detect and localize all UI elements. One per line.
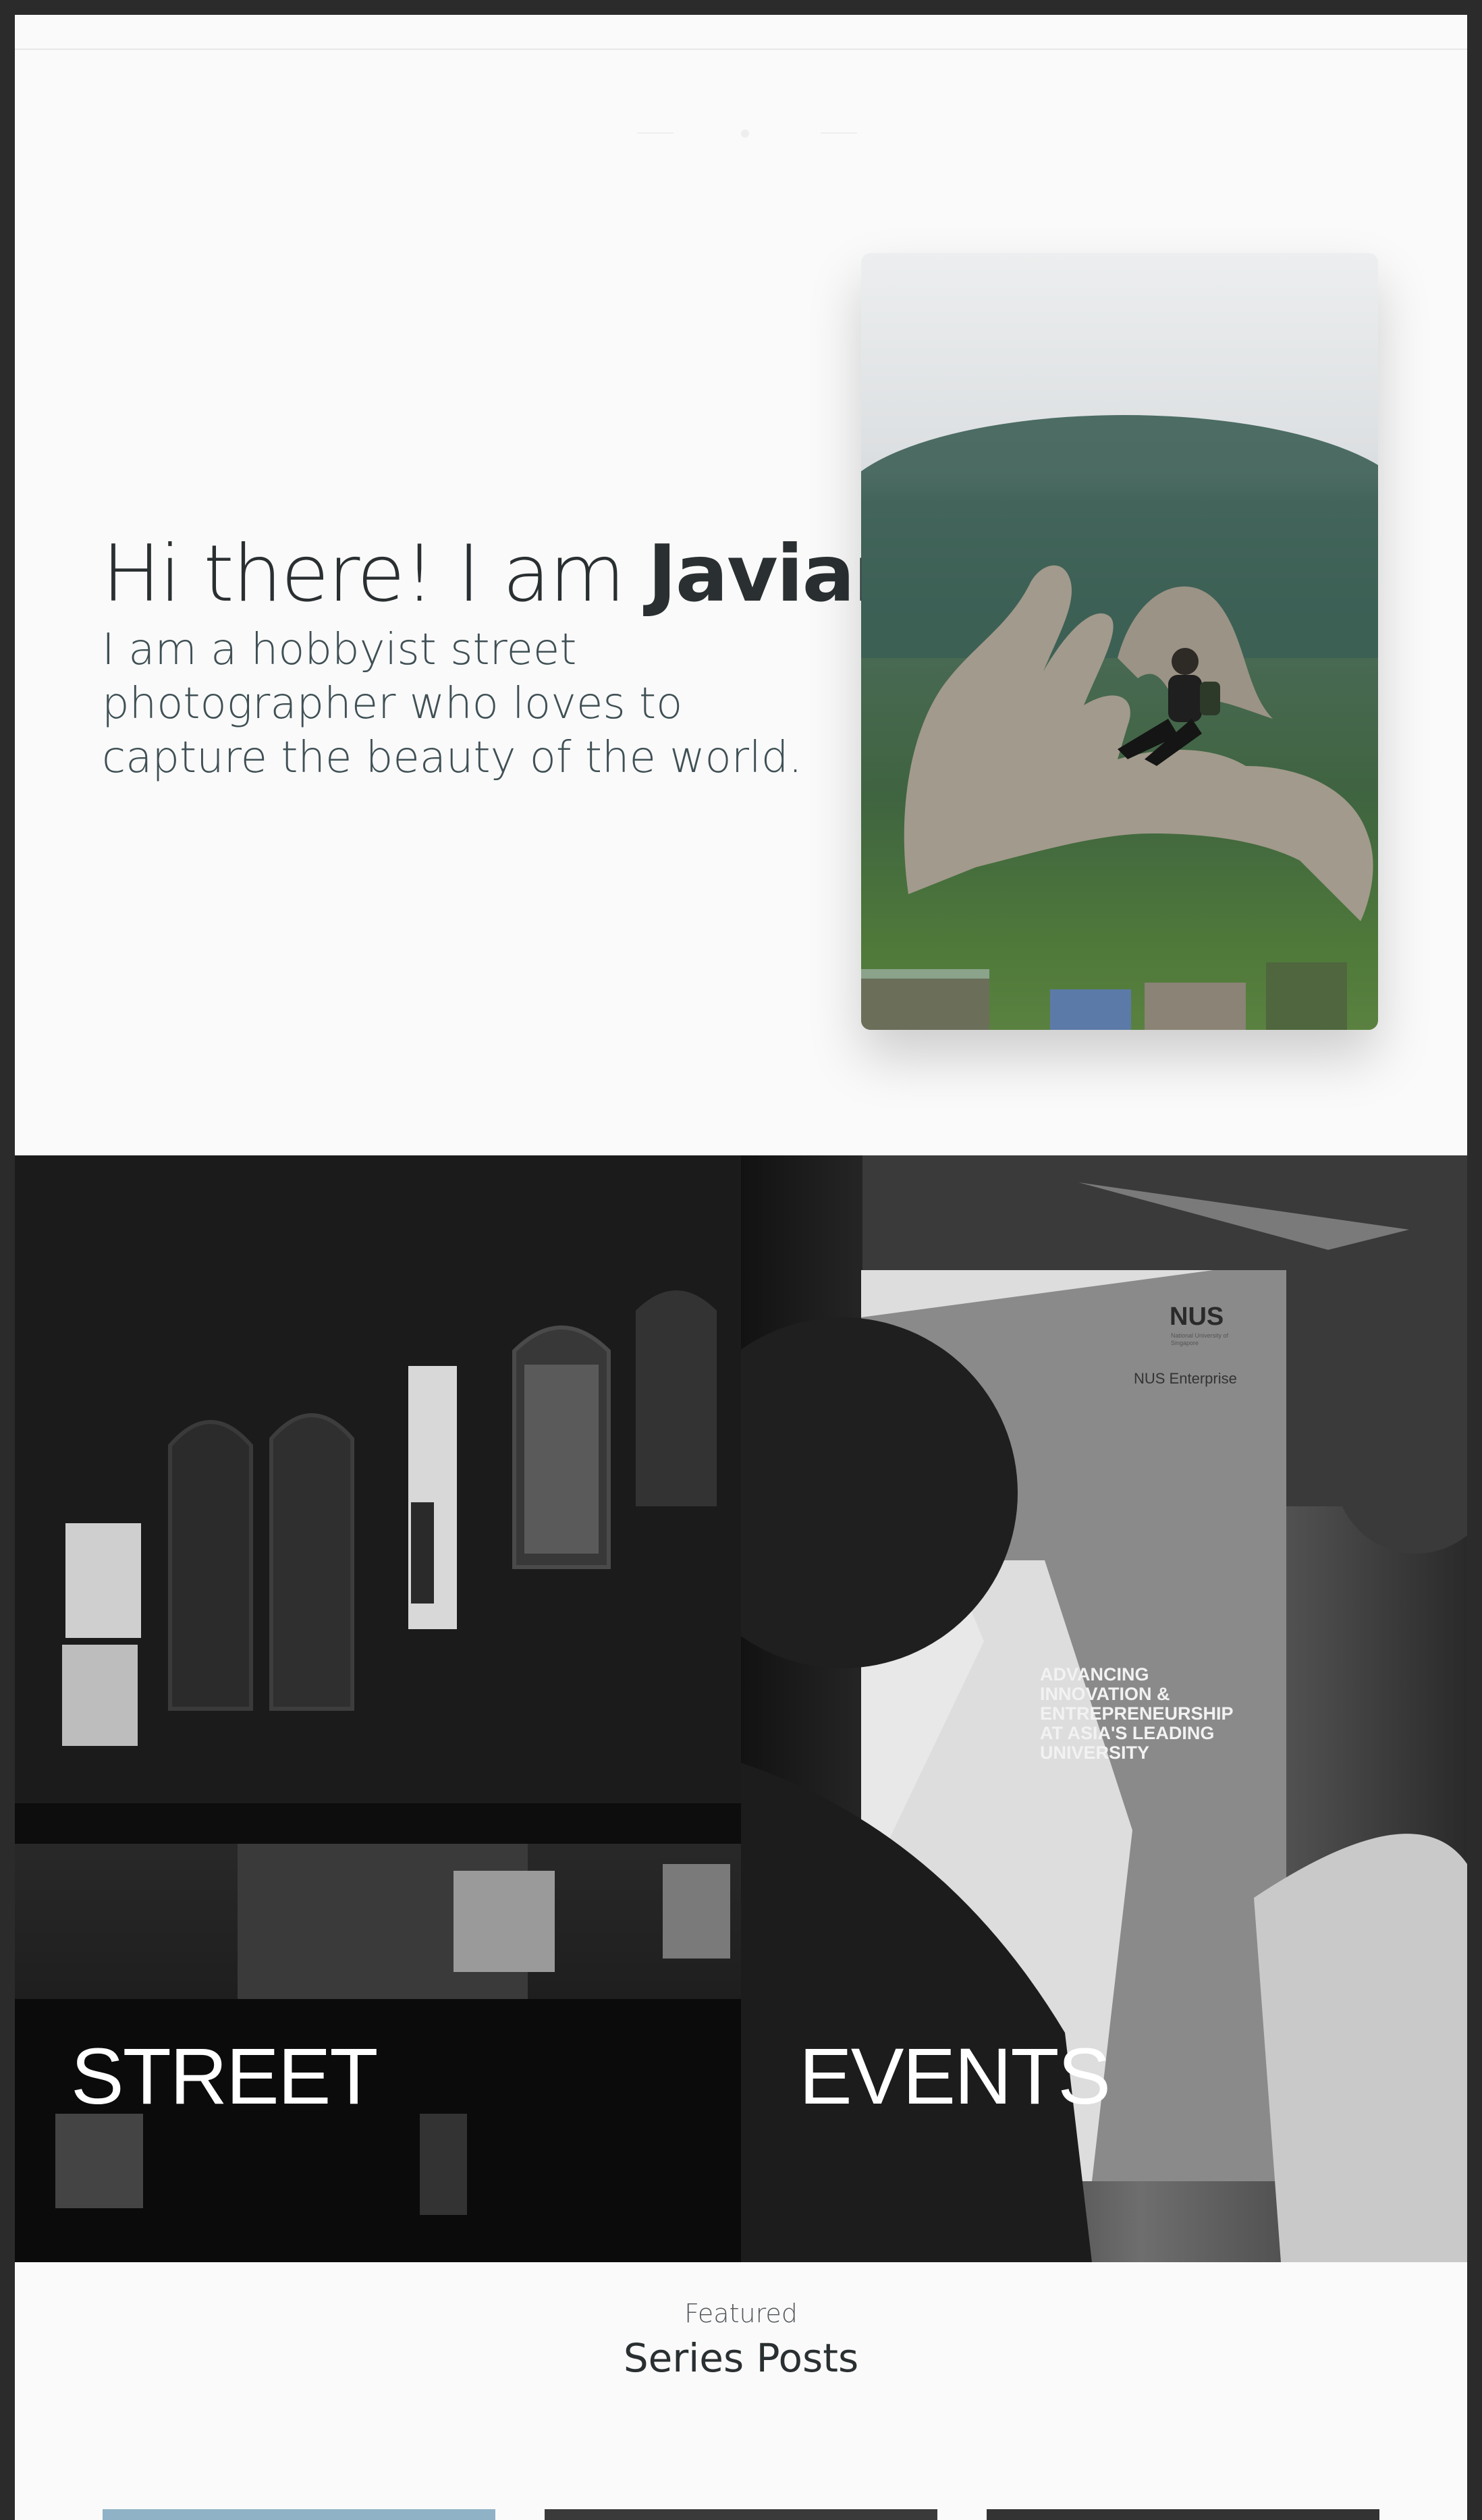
series-card-1-edge[interactable]	[103, 2509, 495, 2520]
top-bar	[15, 15, 1467, 50]
hero-intro: Hi there! I am Javian. I am a hobbyist s…	[102, 528, 933, 785]
category-grid: STREET NUS National University of Singap…	[15, 1155, 1467, 2262]
category-card-street[interactable]: STREET	[15, 1155, 741, 2262]
featured-title: Series Posts	[623, 2335, 859, 2381]
featured-section-header: Featured Series Posts	[15, 2299, 1467, 2381]
browser-viewport: Hi there! I am Javian. I am a hobbyist s…	[15, 15, 1467, 2520]
nav-line-left	[637, 132, 674, 134]
nus-logo-subtext: National University of Singapore	[1171, 1332, 1229, 1346]
nav-indicator	[624, 126, 873, 140]
banner-slogan-text: ADVANCING INNOVATION & ENTREPRENEURSHIP …	[1040, 1664, 1234, 1763]
series-card-2-edge[interactable]	[545, 2509, 937, 2520]
hero-greeting: Hi there! I am	[102, 528, 648, 620]
hero-headline: Hi there! I am Javian.	[102, 528, 933, 620]
category-card-events[interactable]: NUS National University of Singapore NUS…	[741, 1155, 1467, 2262]
series-card-3-edge[interactable]	[987, 2509, 1379, 2520]
category-label-events: EVENTS	[799, 2032, 1111, 2121]
village-houses	[861, 962, 1347, 1030]
hero-tagline: I am a hobbyist street photographer who …	[102, 624, 802, 783]
category-label-street: STREET	[71, 2032, 378, 2121]
nav-dot[interactable]	[741, 130, 749, 138]
stone-hand-sculpture	[904, 565, 1373, 921]
nav-line-right	[821, 132, 857, 134]
hero-portrait-photo	[861, 253, 1378, 1030]
banner-org-text: NUS Enterprise	[1134, 1370, 1237, 1387]
featured-kicker: Featured	[684, 2299, 798, 2328]
nus-logo-text: NUS	[1170, 1303, 1224, 1331]
